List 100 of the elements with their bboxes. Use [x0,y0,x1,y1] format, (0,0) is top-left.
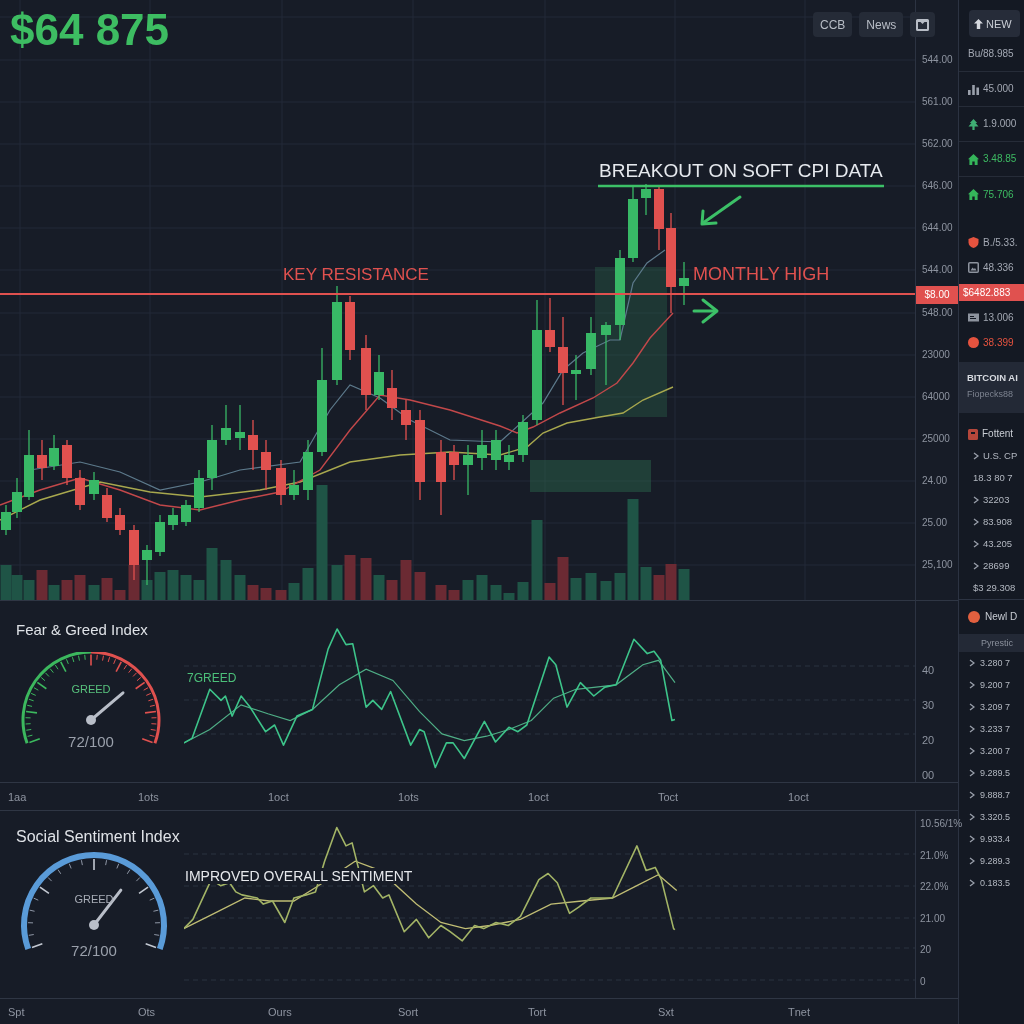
ticker-value: 1.9.000 [983,118,1017,130]
volume-bar [476,575,488,600]
event-value: 83.908 [983,516,1013,528]
news-value: 9.888.7 [980,789,1011,801]
volume-bar [0,565,12,600]
volume-bar [61,580,73,600]
candlestick [235,404,245,451]
axis-label: 25,100 [922,559,953,572]
volume-bar [302,568,314,600]
time-label: 1ots [398,790,419,803]
volume-bar [220,560,232,600]
panel-title: Fear & Greed Index [16,621,148,639]
candlestick [261,439,271,491]
candlestick [1,504,11,536]
axis-label: 64000 [922,390,950,403]
chevron-icon [969,857,975,865]
candlestick [194,469,204,513]
chevron-icon [969,791,975,799]
candlestick [248,419,258,471]
candlestick [545,297,555,353]
event-value: 32203 [983,494,1010,506]
axis-label: 644.00 [922,222,953,235]
event-value: $3 29.308 [973,582,1016,594]
window-button[interactable] [910,12,936,37]
axis-label: 10.56/1% [920,818,963,830]
candlestick [449,444,459,481]
candlestick [115,507,125,536]
axis-label: 40 [922,664,935,676]
chevron-icon [973,540,979,548]
axis-label: 548.00 [922,306,953,319]
time-label: Toct [658,790,679,803]
axis-label: 562.00 [922,138,953,151]
gauge-value: 72/100 [71,942,117,959]
section-title: Fottent [982,428,1014,440]
volume-bar [678,569,690,600]
candlestick [289,469,299,501]
time-label: Tort [528,1005,547,1018]
time-label: Ours [268,1005,292,1018]
chevron-icon [969,703,975,711]
candlestick [89,471,99,501]
gauge-value: 72/100 [68,733,114,750]
ticker-value: 45.000 [983,83,1014,95]
ticker-value: 3.48.85 [983,153,1017,165]
chevron-icon [969,725,975,733]
volume-bar [74,575,86,600]
candlestick [221,404,231,446]
tile-icon [968,428,978,440]
gauge-reading: GREED [74,893,114,906]
axis-label: 20 [920,944,932,957]
candlestick [12,477,22,519]
news-value: 3.233 7 [980,723,1011,735]
axis-label: 20 [922,734,935,746]
toolbar-button[interactable]: News [859,12,904,37]
time-label: Tnet [788,1005,810,1018]
candlestick [75,469,85,511]
axis-label: 544.00 [922,264,953,277]
news-value: 0.183.5 [980,877,1011,889]
chart-label: 7GREED [187,672,237,684]
candlestick [518,414,528,463]
chevron-icon [973,452,979,460]
time-label: 1oct [788,790,809,803]
chevron-icon [969,769,975,777]
promo-title: BITCOIN AI [967,371,1018,384]
volume-bar [414,572,426,600]
time-label: 1aa [8,790,27,803]
time-label: 1oct [268,790,289,803]
panel-title: Social Sentiment Index [16,828,180,846]
candlestick [374,354,384,401]
window-icon [916,18,930,31]
gauge-reading: GREED [71,683,111,696]
up-arrow-icon [974,18,983,29]
toolbar-button[interactable]: CCB [813,12,853,37]
event-value: U.S. CP [983,450,1018,462]
candlestick [601,321,611,386]
summary-text: Bu/88.985 [968,48,1014,60]
chevron-icon [973,496,979,504]
column-header: Pyrestic [959,634,1024,652]
news-value: 9.289.5 [980,767,1011,779]
candlestick [168,507,178,531]
time-label: 1oct [528,790,549,803]
news-value: 3.209 7 [980,701,1011,713]
highlighted-price: $6482.883 [959,284,1024,301]
news-value: 3.200 7 [980,745,1011,757]
candlestick [181,499,191,527]
axis-label: 25.00 [922,517,948,530]
new-button[interactable]: NEW [969,10,1020,37]
price-tag: $8.00 [916,286,958,304]
volume-bar [11,575,23,600]
candlestick [207,424,217,491]
quote-value: B./5.33. [983,236,1018,249]
volume-bar [462,580,474,600]
news-value: 3.280 7 [980,657,1011,669]
event-value: 28699 [983,560,1010,572]
quote-value: 48.336 [983,261,1014,274]
event-value: 18.3 80 7 [973,472,1013,484]
volume-bar [585,573,597,600]
candlestick [477,429,487,471]
promo-card[interactable]: BITCOIN AI Fiopecks88 [959,362,1024,413]
volume-bar [344,555,356,600]
ticker-value: 75.706 [983,188,1014,201]
